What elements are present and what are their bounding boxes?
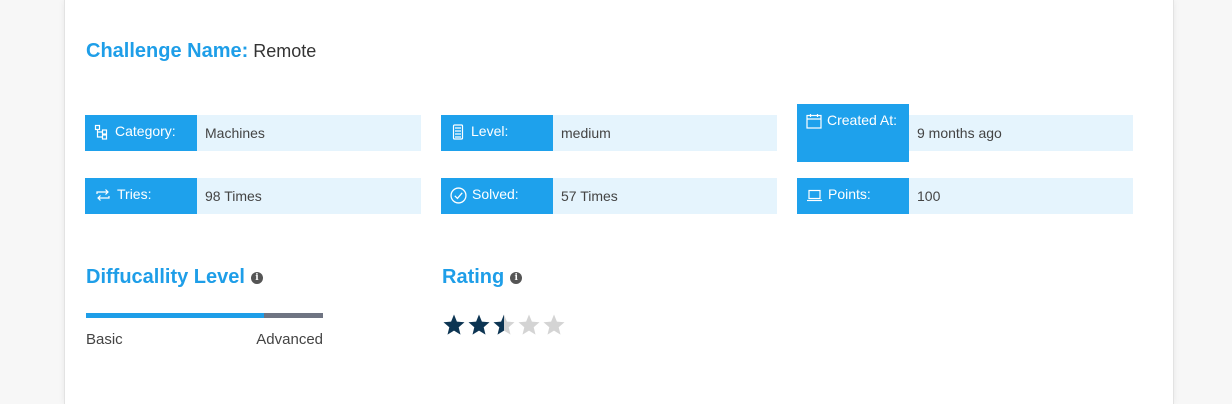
difficulty-bar: [86, 313, 323, 318]
challenge-name-value: Remote: [253, 41, 317, 61]
stat-points: Points: 100: [797, 178, 1133, 214]
difficulty-title: Diffucallity Level: [86, 266, 245, 288]
star-icon[interactable]: [492, 313, 516, 337]
stat-solved-label: Solved:: [472, 186, 519, 202]
stat-created-value: 9 months ago: [909, 115, 1133, 151]
challenge-card: Challenge Name: Remote Category: Machine…: [64, 0, 1174, 404]
star-icon[interactable]: [517, 313, 541, 337]
check-circle-icon: [450, 187, 467, 204]
calendar-icon: [806, 114, 822, 129]
stat-solved: Solved: 57 Times: [441, 178, 777, 214]
star-icon[interactable]: [442, 313, 466, 337]
difficulty-labels: Basic Advanced: [86, 331, 323, 348]
stat-created-label: Created At:: [827, 112, 898, 128]
rating-stars[interactable]: [442, 313, 566, 337]
stat-points-label: Points:: [828, 186, 871, 202]
stat-level: Level: medium: [441, 115, 777, 151]
stat-solved-value: 57 Times: [553, 178, 777, 214]
star-icon[interactable]: [467, 313, 491, 337]
stat-category: Category: Machines: [85, 115, 421, 151]
difficulty-heading: Diffucallity Level i: [86, 266, 263, 289]
stat-tries: Tries: 98 Times: [85, 178, 421, 214]
stat-tries-label: Tries:: [117, 186, 152, 202]
stat-created-at: Created At: 9 months ago: [797, 104, 1133, 162]
stat-tries-value: 98 Times: [197, 178, 421, 214]
level-meter-icon: [452, 124, 464, 140]
difficulty-bar-fill: [86, 313, 264, 318]
info-icon[interactable]: i: [250, 271, 263, 284]
rating-heading: Rating i: [442, 266, 523, 289]
difficulty-max-label: Advanced: [256, 331, 323, 348]
challenge-title: Challenge Name: Remote: [86, 40, 316, 63]
stat-level-label: Level:: [471, 123, 509, 139]
stat-category-label: Category:: [115, 123, 176, 139]
laptop-icon: [807, 189, 822, 202]
hierarchy-icon: [94, 124, 108, 140]
repeat-icon: [96, 189, 110, 201]
difficulty-min-label: Basic: [86, 331, 123, 348]
star-icon[interactable]: [542, 313, 566, 337]
info-icon[interactable]: i: [510, 271, 523, 284]
stat-category-value: Machines: [197, 115, 421, 151]
stat-level-value: medium: [553, 115, 777, 151]
challenge-name-label: Challenge Name:: [86, 40, 249, 62]
stat-points-value: 100: [909, 178, 1133, 214]
rating-title: Rating: [442, 266, 505, 288]
